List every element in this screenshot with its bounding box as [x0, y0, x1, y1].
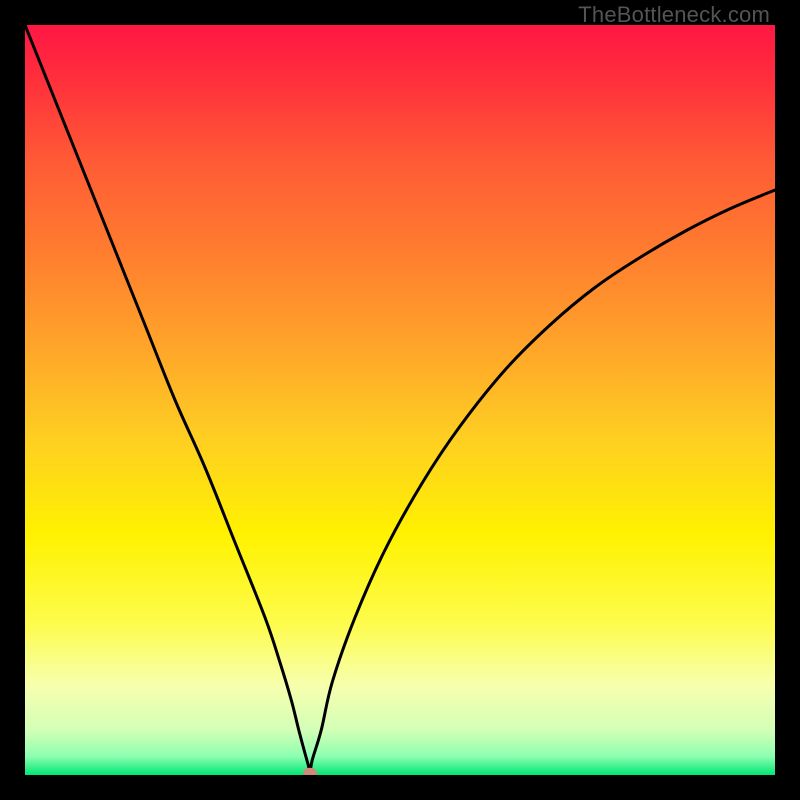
chart-frame [25, 25, 775, 775]
chart-background [25, 25, 775, 775]
bottleneck-chart [25, 25, 775, 775]
